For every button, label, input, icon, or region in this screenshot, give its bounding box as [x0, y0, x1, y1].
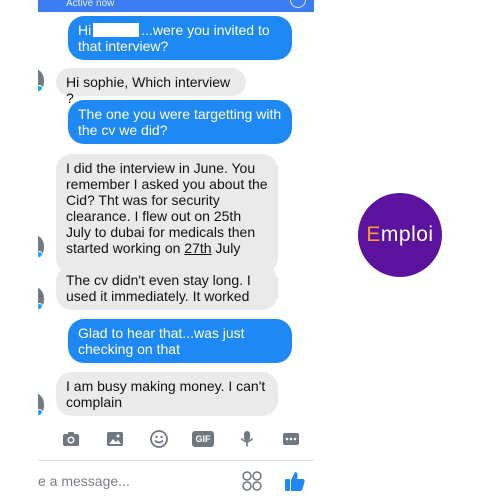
microphone-icon-glyph — [240, 431, 254, 447]
message-input[interactable]: e a message... — [38, 473, 130, 489]
emoji-icon[interactable] — [150, 430, 168, 448]
sticker-icon[interactable] — [242, 471, 262, 491]
message-text: complain — [66, 394, 123, 410]
logo-letter-e: E — [366, 223, 381, 246]
message-text: clearance. I flew out on 25th — [66, 208, 242, 224]
active-status: Active now — [66, 0, 115, 9]
gif-icon[interactable]: GIF — [192, 430, 214, 448]
message-text: Glad to hear that...was just — [78, 325, 245, 341]
message-text: started working on — [66, 240, 185, 256]
sticker-icon-glyph — [242, 471, 262, 491]
message-list[interactable]: Hi ...were you invited to that interview?… — [38, 12, 314, 420]
contact-avatar[interactable] — [38, 68, 44, 94]
message-incoming[interactable]: I did the interview in June. You remembe… — [56, 154, 278, 274]
message-text: Cid? Tht was for security — [66, 192, 220, 208]
message-text: used it immediately. It worked — [66, 288, 250, 304]
message-text: I did the interview in June. You — [66, 160, 256, 176]
message-text: checking on that — [78, 341, 180, 357]
message-text: The cv didn't even stay long. I — [66, 272, 251, 288]
contact-avatar[interactable] — [38, 234, 44, 260]
message-text: The one you were targetting with — [78, 106, 282, 122]
camera-icon[interactable] — [62, 430, 80, 448]
camera-icon-glyph — [63, 432, 79, 446]
message-text: started working on 27th July — [66, 240, 268, 256]
contact-avatar[interactable] — [38, 392, 44, 418]
message-incoming[interactable]: Hi sophie, Which interview ? — [56, 68, 246, 106]
message-text: July — [211, 240, 241, 256]
message-text: Hi — [78, 22, 92, 38]
message-text: ...were you invited to — [141, 22, 270, 38]
message-text: the cv we did? — [78, 122, 168, 138]
composer-toolbar: GIF — [38, 424, 314, 454]
message-incoming[interactable]: I am busy making money. I can't complain — [56, 372, 278, 416]
microphone-icon[interactable] — [238, 430, 256, 448]
image-icon-glyph — [107, 432, 123, 446]
message-text: July to dubai for medicals then — [66, 224, 256, 240]
message-incoming[interactable]: The cv didn't even stay long. I used it … — [56, 266, 278, 310]
emploi-logo: Emploi — [358, 193, 442, 277]
message-composer: e a message... — [38, 460, 314, 500]
redacted-name — [93, 23, 140, 37]
thumbs-up-icon-glyph — [285, 472, 305, 491]
message-outgoing[interactable]: Glad to hear that...was just checking on… — [68, 319, 292, 363]
chat-header: Active now — [38, 0, 314, 12]
message-text: I am busy making money. I can't — [66, 378, 266, 394]
message-text: remember I asked you about the — [66, 176, 268, 192]
gif-label: GIF — [192, 431, 214, 447]
image-icon[interactable] — [106, 430, 124, 448]
info-icon[interactable] — [290, 0, 306, 8]
chat-screen: Active now Hi ...were you invited to that… — [38, 0, 314, 500]
message-outgoing[interactable]: The one you were targetting with the cv … — [68, 100, 292, 144]
logo-text: Emploi — [366, 223, 433, 247]
message-text: that interview? — [78, 38, 169, 54]
thumbs-up-icon[interactable] — [284, 470, 306, 492]
date-link[interactable]: 27th — [184, 240, 211, 256]
more-icon-glyph — [283, 433, 299, 445]
more-icon[interactable] — [282, 430, 300, 448]
contact-avatar[interactable] — [38, 286, 44, 312]
logo-word: mploi — [380, 223, 434, 246]
emoji-icon-glyph — [150, 430, 168, 448]
message-outgoing[interactable]: Hi ...were you invited to that interview? — [68, 16, 292, 60]
